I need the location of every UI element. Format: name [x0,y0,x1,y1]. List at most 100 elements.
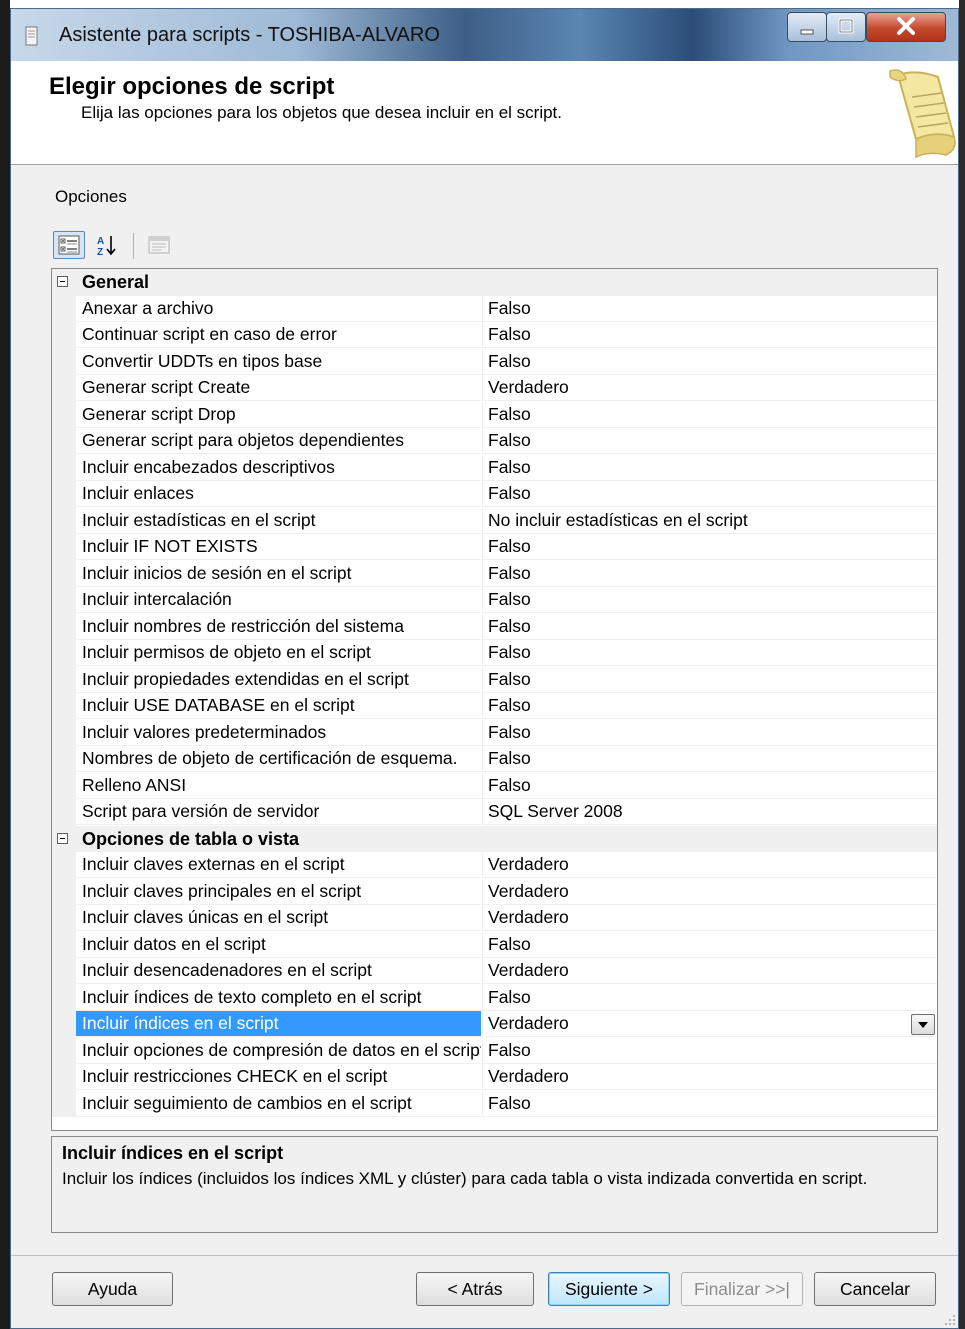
property-value[interactable]: Verdadero [482,375,937,401]
row-margin [52,984,76,1011]
back-button[interactable]: < Atrás [416,1272,534,1306]
help-button[interactable]: Ayuda [52,1272,173,1306]
property-value[interactable]: Falso [482,587,937,613]
property-value[interactable]: Falso [482,640,937,666]
property-value[interactable]: SQL Server 2008 [482,799,937,825]
property-name: Incluir claves principales en el script [76,879,481,905]
title-bar[interactable]: Asistente para scripts - TOSHIBA-ALVARO [11,9,958,61]
property-row[interactable]: Continuar script en caso de error Falso [52,322,937,349]
property-value[interactable]: Falso [482,666,937,693]
property-row[interactable]: Generar script Create Verdadero [52,375,937,402]
property-pages-button[interactable] [143,231,175,259]
property-value[interactable]: Falso [482,719,937,746]
property-row[interactable]: Incluir permisos de objeto en el script F… [52,640,937,667]
property-name: Incluir opciones de compresión de datos … [76,1038,481,1064]
property-value[interactable]: Falso [482,560,937,587]
property-row[interactable]: Incluir enlaces Falso [52,481,937,508]
property-value[interactable]: Falso [482,984,937,1011]
options-label: Opciones [55,187,127,206]
collapse-icon[interactable] [57,276,68,287]
property-row[interactable]: Incluir seguimiento de cambios en el scr… [52,1090,937,1117]
property-value[interactable]: Falso [482,931,937,958]
property-row[interactable]: Incluir claves principales en el script V… [52,878,937,905]
property-name: Incluir inicios de sesión en el script [76,561,481,587]
property-name: Anexar a archivo [76,296,481,322]
property-row[interactable]: Nombres de objeto de certificación de es… [52,746,937,773]
property-value[interactable]: Falso [482,1037,937,1064]
category-row[interactable]: Opciones de tabla o vista [52,825,937,852]
property-row[interactable]: Incluir IF NOT EXISTS Falso [52,534,937,561]
property-row[interactable]: Incluir encabezados descriptivos Falso [52,454,937,481]
property-value[interactable]: Verdadero [482,878,937,905]
window-title: Asistente para scripts - TOSHIBA-ALVARO [59,24,440,46]
next-button[interactable]: Siguiente > [548,1272,670,1306]
property-name: Script para versión de servidor [76,799,481,825]
property-row[interactable]: Incluir datos en el script Falso [52,931,937,958]
property-row[interactable]: Generar script para objetos dependientes… [52,428,937,455]
property-value[interactable]: Falso [482,746,937,772]
property-value[interactable]: Falso [482,348,937,375]
property-row[interactable]: Incluir opciones de compresión de datos … [52,1037,937,1064]
property-row[interactable]: Incluir estadísticas en el script No incl… [52,507,937,534]
property-value[interactable]: Falso [482,401,937,428]
property-row[interactable]: Incluir nombres de restricción del siste… [52,613,937,640]
property-value[interactable]: Verdadero [482,852,937,878]
property-grid[interactable]: General Anexar a archivo Falso Continuar sc… [51,268,938,1131]
categorized-view-button[interactable] [53,231,85,259]
property-row[interactable]: Incluir restricciones CHECK en el script… [52,1064,937,1091]
property-row[interactable]: Incluir índices en el script Verdadero [52,1011,937,1038]
row-margin [52,1064,76,1091]
property-value[interactable]: No incluir estadísticas en el script [482,507,937,534]
property-row[interactable]: Convertir UDDTs en tipos base Falso [52,348,937,375]
property-value[interactable]: Falso [482,613,937,640]
property-row[interactable]: Incluir desencadenadores en el script Ver… [52,958,937,985]
property-value[interactable]: Falso [482,322,937,348]
category-row[interactable]: General [52,269,937,296]
property-value[interactable]: Falso [482,454,937,481]
minimize-icon [800,29,814,35]
collapse-icon[interactable] [57,832,68,844]
row-margin [52,322,76,349]
property-name: Incluir restricciones CHECK en el script [76,1064,481,1090]
property-name: Incluir encabezados descriptivos [76,455,481,481]
property-row[interactable]: Incluir claves únicas en el script Verdad… [52,905,937,932]
close-button[interactable] [866,12,946,42]
property-value[interactable]: Falso [482,428,937,454]
property-row[interactable]: Incluir inicios de sesión en el script Fa… [52,560,937,587]
property-value[interactable]: Falso [482,534,937,560]
minimize-button[interactable] [787,12,827,42]
value-dropdown-button[interactable] [911,1014,935,1035]
property-value[interactable]: Verdadero [482,1064,937,1090]
property-value[interactable]: Falso [482,1090,937,1117]
alphabetical-sort-button[interactable]: A Z [91,231,123,259]
property-value[interactable]: Falso [482,481,937,507]
property-value[interactable]: Verdadero [482,958,937,984]
page-subtitle: Elija las opciones para los objetos que … [81,103,562,122]
maximize-button[interactable] [826,12,866,42]
property-value[interactable]: Falso [482,693,937,719]
property-value[interactable]: Verdadero [482,905,937,931]
property-name: Incluir intercalación [76,587,481,613]
property-value[interactable]: Falso [482,772,937,799]
resize-grip-icon[interactable] [944,1314,956,1326]
property-name: Incluir IF NOT EXISTS [76,534,481,560]
property-row[interactable]: Incluir USE DATABASE en el script Falso [52,693,937,720]
property-row[interactable]: Anexar a archivo Falso [52,295,937,322]
row-margin [52,587,76,614]
row-margin [52,375,76,402]
property-row[interactable]: Incluir propiedades extendidas en el scr… [52,666,937,693]
property-row[interactable]: Script para versión de servidor SQL Serve… [52,799,937,826]
property-value[interactable]: Falso [482,295,937,322]
svg-text:Z: Z [97,247,103,257]
property-value[interactable]: Verdadero [482,1011,937,1037]
row-margin [52,640,76,667]
property-row[interactable]: Incluir valores predeterminados Falso [52,719,937,746]
property-row[interactable]: Incluir intercalación Falso [52,587,937,614]
background-right-edge [959,0,965,1329]
cancel-button[interactable]: Cancelar [814,1272,936,1306]
property-row[interactable]: Incluir claves externas en el script Verd… [52,852,937,879]
property-row[interactable]: Incluir índices de texto completo en el … [52,984,937,1011]
property-row[interactable]: Relleno ANSI Falso [52,772,937,799]
property-row[interactable]: Generar script Drop Falso [52,401,937,428]
finish-button: Finalizar >>| [681,1272,803,1306]
